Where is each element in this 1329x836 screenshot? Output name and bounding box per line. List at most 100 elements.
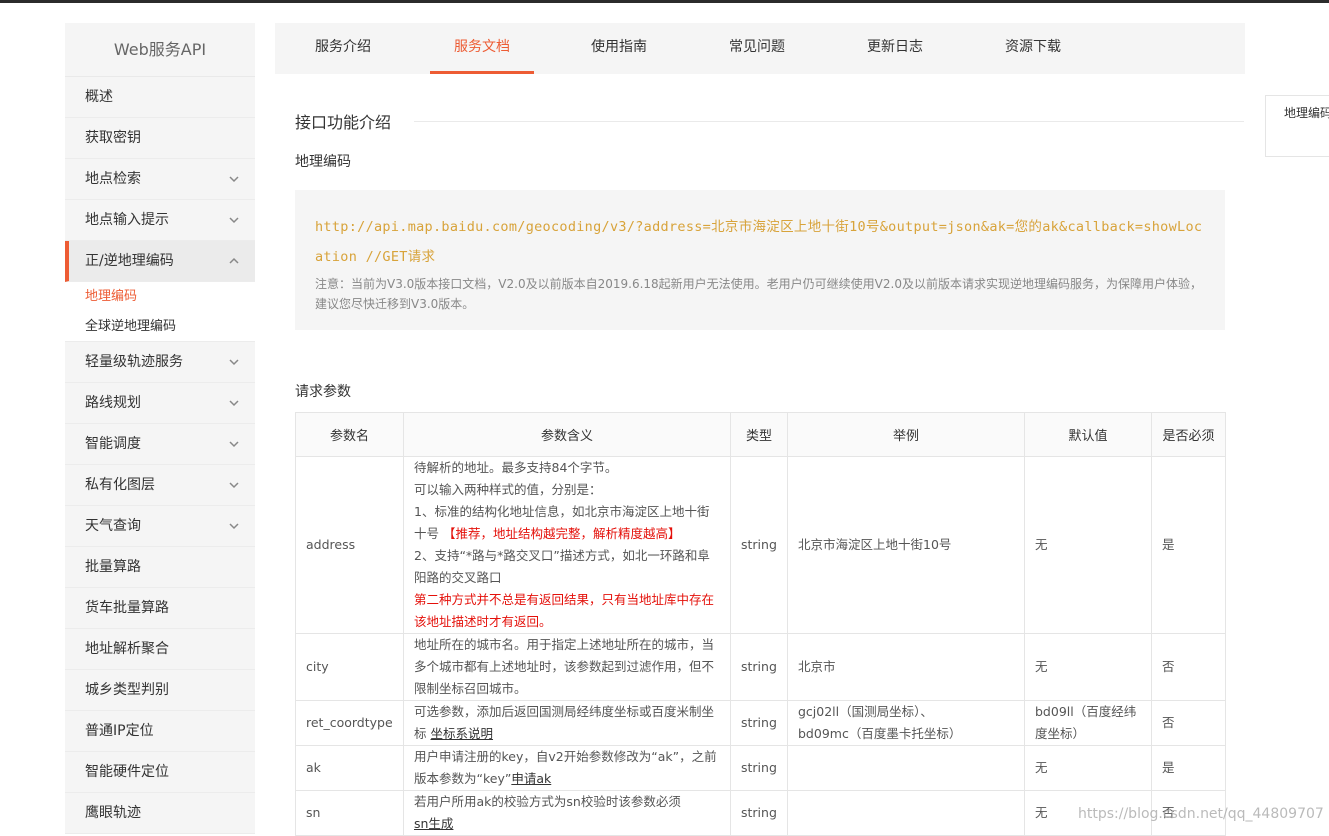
watermark: https://blog.csdn.net/qq_44809707 [1078, 806, 1324, 822]
sidebar-item-label: 获取密钥 [85, 130, 141, 146]
request-url-code: http://api.map.baidu.com/geocoding/v3/?a… [315, 219, 1203, 265]
sidebar-item-label: 货车批量算路 [85, 600, 169, 616]
column-header: 参数名 [295, 412, 404, 457]
param-name: city [295, 633, 404, 701]
param-name: sn [295, 790, 404, 836]
sidebar-item-ip-location[interactable]: 普通IP定位 [65, 711, 255, 752]
sidebar-nav: Web服务API 概述 获取密钥 地点检索 地点输入提示 正/逆地理编码 地理编… [65, 23, 255, 834]
sidebar-item-label: 鹰眼轨迹 [85, 805, 141, 821]
table-row: ak 用户申请注册的key，自v2开始参数修改为“ak”，之前版本参数为“key… [295, 745, 1226, 791]
param-example: 北京市 [787, 633, 1025, 701]
param-type: string [730, 456, 788, 634]
param-required: 是 [1151, 745, 1226, 791]
subsection-title: 地理编码 [295, 154, 351, 170]
column-header: 举例 [787, 412, 1025, 457]
version-note: 注意：当前为V3.0版本接口文档，V2.0及以前版本自2019.6.18起新用户… [315, 277, 1202, 311]
section-title: 接口功能介绍 [295, 113, 392, 132]
sn-generate-link[interactable]: sn生成 [414, 816, 453, 831]
sidebar-item-place-search[interactable]: 地点检索 [65, 159, 255, 200]
coord-system-link[interactable]: 坐标系说明 [431, 726, 494, 741]
desc-line: 2、支持“*路与*路交叉口”描述方式，如北一环路和阜阳路的交叉路口 [414, 548, 710, 585]
column-header: 默认值 [1024, 412, 1152, 457]
apply-ak-link[interactable]: 申请ak [511, 771, 551, 786]
request-params-title: 请求参数 [295, 384, 351, 400]
sidebar-item-route-planning[interactable]: 路线规划 [65, 383, 255, 424]
toc-item-geocoding[interactable]: 地理编码 [1284, 106, 1329, 120]
right-toc-panel: 地理编码 [1265, 95, 1329, 157]
param-default: 无 [1024, 456, 1152, 634]
param-type: string [730, 790, 788, 836]
chevron-down-icon [229, 359, 239, 366]
param-required: 否 [1151, 633, 1226, 701]
sidebar-item-label: 地点检索 [85, 171, 141, 187]
param-name: ret_coordtype [295, 700, 404, 746]
sidebar-item-label: 天气查询 [85, 518, 141, 534]
chevron-up-icon [229, 257, 239, 264]
sidebar-item-label: 智能调度 [85, 436, 141, 452]
param-type: string [730, 633, 788, 701]
sidebar-item-batch-route[interactable]: 批量算路 [65, 547, 255, 588]
sidebar-item-label: 路线规划 [85, 395, 141, 411]
sidebar-item-overview[interactable]: 概述 [65, 77, 255, 118]
param-required: 否 [1151, 700, 1226, 746]
chevron-down-icon [229, 482, 239, 489]
sidebar-item-urban-rural[interactable]: 城乡类型判别 [65, 670, 255, 711]
sidebar-item-label: 地址解析聚合 [85, 641, 169, 657]
param-name: address [295, 456, 404, 634]
param-desc: 若用户所用ak的校验方式为sn校验时该参数必须 sn生成 [403, 790, 731, 836]
sidebar-item-geocoding[interactable]: 正/逆地理编码 [65, 241, 255, 282]
sidebar-item-weather[interactable]: 天气查询 [65, 506, 255, 547]
param-default: bd09ll（百度经纬度坐标） [1024, 700, 1152, 746]
chevron-down-icon [229, 217, 239, 224]
sidebar-item-address-aggregation[interactable]: 地址解析聚合 [65, 629, 255, 670]
desc-line: 待解析的地址。最多支持84个字节。 [414, 460, 618, 475]
table-header-row: 参数名 参数含义 类型 举例 默认值 是否必须 [295, 412, 1226, 457]
window-top-bar [0, 0, 1329, 3]
param-desc: 可选参数，添加后返回国测局经纬度坐标或百度米制坐标 坐标系说明 [403, 700, 731, 746]
chevron-down-icon [229, 441, 239, 448]
sidebar-item-label: 轻量级轨迹服务 [85, 354, 183, 370]
tab-bar: 服务介绍 服务文档 使用指南 常见问题 更新日志 资源下载 [275, 23, 1245, 74]
sidebar-item-eagle-eye[interactable]: 鹰眼轨迹 [65, 793, 255, 834]
sidebar-item-private-layer[interactable]: 私有化图层 [65, 465, 255, 506]
column-header: 是否必须 [1151, 412, 1226, 457]
sidebar-item-label: 地点输入提示 [85, 212, 169, 228]
sidebar-item-smart-dispatch[interactable]: 智能调度 [65, 424, 255, 465]
sidebar-item-get-key[interactable]: 获取密钥 [65, 118, 255, 159]
desc-line: 可以输入两种样式的值，分别是： [414, 482, 602, 497]
chevron-down-icon [229, 176, 239, 183]
sidebar-subitem-reverse-geocoding[interactable]: 全球逆地理编码 [65, 312, 255, 342]
desc-line: 1、标准的结构化地址信息，如北京市海淀区上地十街十号 【推荐，地址结构越完整，解… [414, 501, 720, 545]
tab-service-intro[interactable]: 服务介绍 [291, 23, 395, 74]
sidebar-item-label: 批量算路 [85, 559, 141, 575]
tab-service-docs[interactable]: 服务文档 [430, 23, 534, 74]
tab-usage-guide[interactable]: 使用指南 [567, 23, 671, 74]
param-example: gcj02ll（国测局坐标）、 bd09mc（百度墨卡托坐标） [787, 700, 1025, 746]
params-table: 参数名 参数含义 类型 举例 默认值 是否必须 address 待解析的地址。最… [295, 412, 1226, 836]
sidebar-item-trace-service[interactable]: 轻量级轨迹服务 [65, 342, 255, 383]
table-row: address 待解析的地址。最多支持84个字节。 可以输入两种样式的值，分别是… [295, 456, 1226, 634]
param-default: 无 [1024, 633, 1152, 701]
sidebar-item-truck-batch-route[interactable]: 货车批量算路 [65, 588, 255, 629]
sidebar-item-label: 城乡类型判别 [85, 682, 169, 698]
param-required: 是 [1151, 456, 1226, 634]
tab-downloads[interactable]: 资源下载 [981, 23, 1085, 74]
column-header: 参数含义 [403, 412, 731, 457]
sidebar-item-label: 私有化图层 [85, 477, 155, 493]
tab-changelog[interactable]: 更新日志 [843, 23, 947, 74]
section-divider [414, 121, 1244, 122]
sidebar-item-label: 正/逆地理编码 [85, 253, 174, 269]
tab-faq[interactable]: 常见问题 [705, 23, 809, 74]
example-line: gcj02ll（国测局坐标）、 [798, 704, 933, 719]
sidebar-item-label: 普通IP定位 [85, 723, 154, 739]
desc-text: 用户申请注册的key，自v2开始参数修改为“ak”，之前版本参数为“key” [414, 749, 717, 786]
sidebar-item-label: 概述 [85, 89, 113, 105]
code-block: http://api.map.baidu.com/geocoding/v3/?a… [295, 190, 1225, 330]
example-line: bd09mc（百度墨卡托坐标） [798, 726, 962, 741]
sidebar-item-hardware-location[interactable]: 智能硬件定位 [65, 752, 255, 793]
sidebar-item-place-suggestion[interactable]: 地点输入提示 [65, 200, 255, 241]
param-default: 无 [1024, 745, 1152, 791]
param-desc: 用户申请注册的key，自v2开始参数修改为“ak”，之前版本参数为“key”申请… [403, 745, 731, 791]
sidebar-subitem-geocoding[interactable]: 地理编码 [65, 282, 255, 312]
param-type: string [730, 700, 788, 746]
